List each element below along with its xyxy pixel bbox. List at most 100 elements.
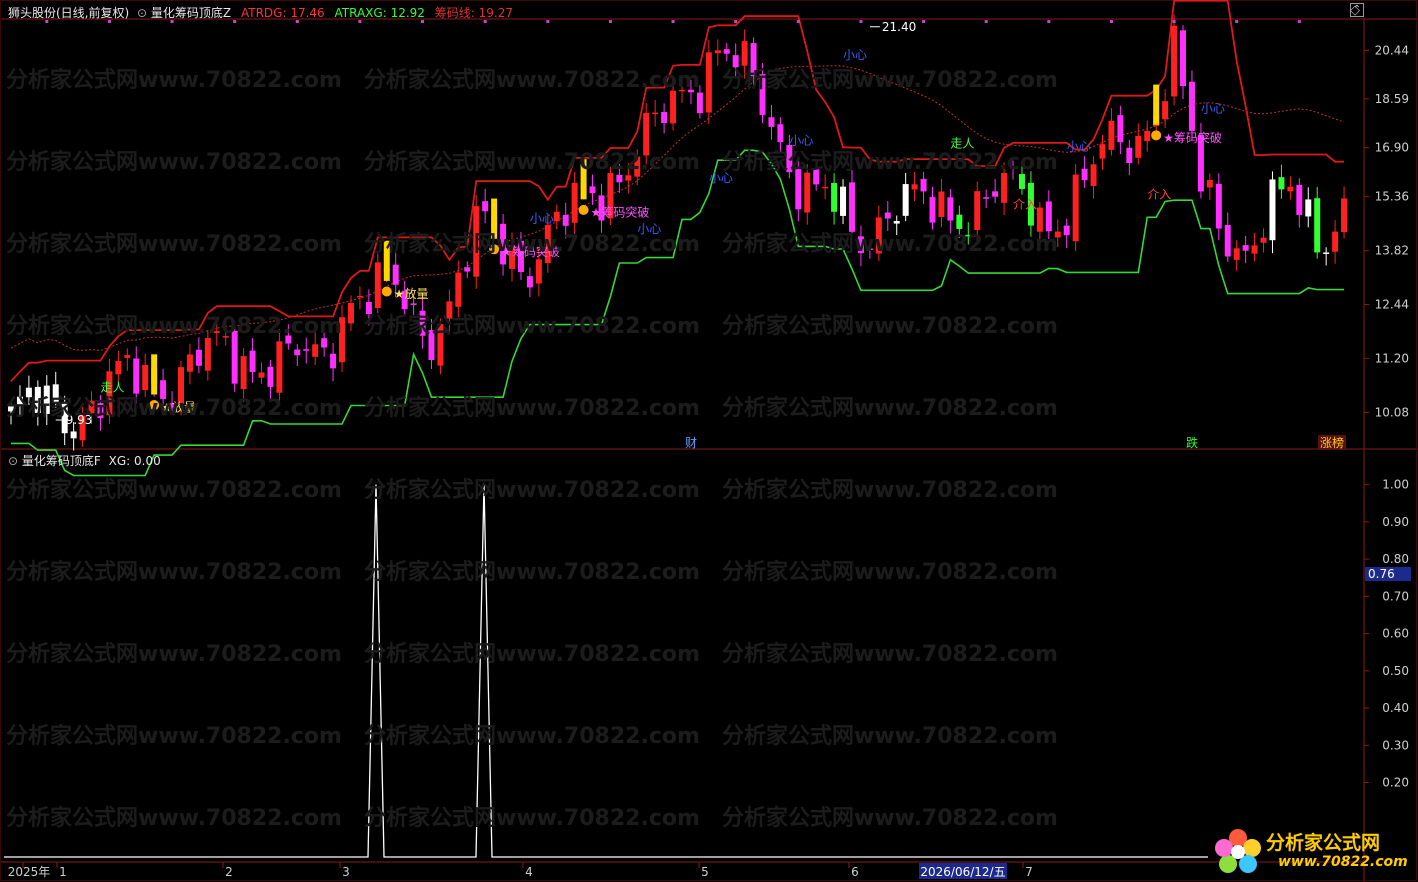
price-candle <box>616 174 623 183</box>
price-candle <box>911 184 918 190</box>
indicator-name[interactable]: 量化筹码顶底Z <box>151 6 231 20</box>
signal-annotation: ★筹码突破 <box>1163 130 1222 145</box>
price-candle <box>1135 135 1142 158</box>
price-candle <box>142 364 149 391</box>
price-candle <box>321 338 328 348</box>
price-candle <box>204 337 211 371</box>
money-bag-icon <box>489 244 500 255</box>
price-candle <box>929 197 936 223</box>
price-candle <box>1287 186 1294 192</box>
sub-tick-label: 0.90 <box>1382 515 1409 529</box>
time-tick-label: 7 <box>1025 865 1033 879</box>
signal-dot <box>1047 20 1051 23</box>
event-marker-finance: 财 <box>685 436 697 450</box>
price-tick-label: 18.59 <box>1375 92 1409 106</box>
price-tick-label: 16.90 <box>1375 141 1409 155</box>
signal-annotation: ★放量 <box>394 286 429 301</box>
signal-bar <box>383 240 390 281</box>
signal-dot <box>1235 20 1239 23</box>
price-candle <box>804 172 811 213</box>
price-candle <box>696 92 703 114</box>
price-candle <box>1117 115 1124 143</box>
price-candle <box>34 386 41 413</box>
price-candle <box>1215 183 1222 229</box>
price-candle <box>1260 237 1267 243</box>
price-candle <box>410 303 417 305</box>
price-candle <box>464 267 471 272</box>
price-candle <box>428 330 435 361</box>
price-candle <box>535 259 542 284</box>
price-candle <box>1224 224 1231 257</box>
signal-dot <box>859 20 863 23</box>
price-candle <box>222 336 229 338</box>
price-candle <box>43 385 50 414</box>
price-candle <box>1081 168 1088 181</box>
price-candle <box>768 117 775 127</box>
price-tick-label: 10.08 <box>1375 405 1409 419</box>
price-candle <box>1332 231 1339 252</box>
sub-indicator-toggle-icon[interactable]: ⊙ <box>8 454 18 468</box>
xg-label: XG: <box>108 454 131 468</box>
price-candle <box>1054 231 1061 238</box>
price-candle <box>339 317 346 363</box>
price-candle <box>1090 164 1097 186</box>
exit-annotation: 走人 <box>100 380 124 394</box>
price-tick-label: 11.20 <box>1375 351 1409 365</box>
atrdg-value: 17.46 <box>290 6 325 20</box>
price-candle <box>177 367 184 404</box>
price-candle <box>777 124 784 143</box>
price-candle <box>857 236 864 254</box>
atrdg-upper-band <box>10 0 1345 382</box>
money-bag-icon <box>149 400 160 411</box>
price-candle <box>661 111 668 123</box>
price-candle <box>240 356 247 390</box>
time-tick-label: 1 <box>59 865 67 879</box>
brand-url: www.70822.com <box>1278 854 1408 870</box>
main-chart-svg: 20.44 18.59 16.90 15.36 13.82 12.44 11.20 10.08… <box>0 0 1418 882</box>
price-candle <box>920 178 927 192</box>
price-candle <box>1206 180 1213 188</box>
enter-annotation: 介入 <box>1147 188 1171 202</box>
price-candle <box>1242 245 1249 251</box>
price-candle <box>16 396 23 407</box>
price-candle <box>1314 198 1321 253</box>
time-tick-label: 5 <box>701 865 709 879</box>
price-candle <box>1171 25 1178 97</box>
price-candle <box>1251 245 1258 254</box>
price-candle <box>25 387 32 398</box>
price-candle <box>947 197 954 221</box>
signal-bar <box>151 354 158 395</box>
price-candle <box>115 361 122 375</box>
price-candle <box>1018 174 1025 189</box>
signal-annotation: ★放量 <box>161 400 196 415</box>
caution-annotation: 小心 <box>530 212 554 226</box>
money-bag-icon <box>1151 130 1162 141</box>
indicator-toggle-icon[interactable]: ⊙ <box>137 6 147 20</box>
collapse-icon[interactable]: ⌃ <box>1350 3 1364 17</box>
cursor-value-label: 0.76 <box>1368 567 1395 581</box>
chip-line-value: 19.27 <box>478 6 513 20</box>
sub-chart-header: ⊙ 量化筹码顶底F XG: 0.00 <box>8 452 161 469</box>
price-candle <box>1099 144 1106 159</box>
event-marker-rank: 涨榜 <box>1320 435 1344 450</box>
price-candle <box>652 112 659 115</box>
caution-annotation: 小心 <box>709 171 733 185</box>
price-candle <box>813 169 820 185</box>
time-tick-label: 6 <box>851 865 859 879</box>
price-candle <box>1278 177 1285 190</box>
price-candle <box>258 372 265 378</box>
price-candle <box>303 349 310 351</box>
price-candle <box>965 234 972 237</box>
sub-tick-label: 0.30 <box>1382 738 1409 752</box>
price-candle <box>1323 252 1330 254</box>
price-candle <box>446 301 453 319</box>
price-candle <box>455 272 462 307</box>
sub-indicator-name[interactable]: 量化筹码顶底F <box>22 454 101 468</box>
price-candle <box>1341 198 1348 233</box>
time-tick-label: 2 <box>225 865 233 879</box>
date-cursor-label: 2026/06/12/五 <box>920 865 1005 879</box>
high-price-label: 21.40 <box>882 20 916 34</box>
signal-annotation: ★筹码突破 <box>591 205 650 220</box>
signal-dot <box>608 20 612 23</box>
price-candle <box>1036 207 1043 232</box>
